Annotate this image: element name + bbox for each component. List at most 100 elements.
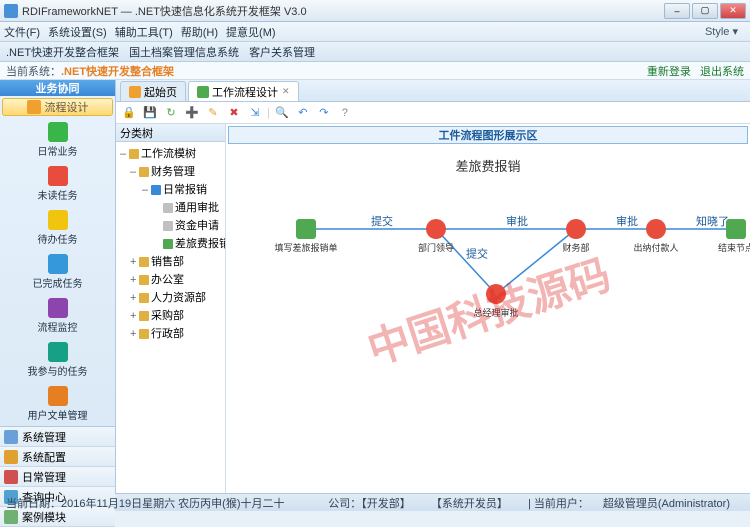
sidebar-item[interactable]: 待办任务 [0,206,115,250]
tree-node[interactable]: +人力资源部 [118,288,223,306]
export-icon[interactable]: ⇲ [246,104,264,122]
workflow-toolbar: 🔒 💾 ↻ ➕ ✎ ✖ ⇲ | 🔍 ↶ ↷ ? [116,102,750,124]
app-icon [4,4,18,18]
svg-text:审批: 审批 [506,214,528,228]
node-icon [566,219,586,239]
sidebar-item[interactable]: 已完成任务 [0,250,115,294]
workflow-icon [197,86,209,98]
sidebar-item[interactable]: 用户文单管理 [0,382,115,426]
sidebar-item[interactable]: 未读任务 [0,162,115,206]
tree-node[interactable]: +办公室 [118,270,223,288]
help-icon[interactable]: ? [336,104,354,122]
refresh-icon[interactable]: ↻ [162,104,180,122]
flow-node[interactable]: 填写差旅报销单 [276,219,336,254]
quickbar-item[interactable]: .NET快速开发整合框架 [6,44,119,60]
module-icon [4,450,18,464]
flow-node[interactable]: 部门领导 [406,219,466,254]
module-icon [4,430,18,444]
close-button[interactable]: ✕ [720,3,746,19]
save-icon[interactable]: 💾 [141,104,159,122]
tree-node[interactable]: –工作流模树 [118,144,223,162]
tree-node[interactable]: +行政部 [118,324,223,342]
tree-node[interactable]: +销售部 [118,252,223,270]
flow-node[interactable]: 财务部 [546,219,606,254]
status-company: 公司：【开发部】 [328,498,411,510]
tabs: 起始页 工作流程设计 ✕ [116,80,750,102]
sidebar-icon [48,342,68,362]
menu-tools[interactable]: 辅助工具(T) [115,24,173,40]
tab-close-icon[interactable]: ✕ [282,86,290,97]
flow-node[interactable]: 结束节点 [706,219,750,254]
sidebar-header: 业务协同 [0,80,115,96]
tree-node[interactable]: 资金申请 [118,216,223,234]
sidebar-icon [48,254,68,274]
tree-node[interactable]: 差旅费报销 [118,234,223,252]
status-user: 超级管理员(Administrator) [603,498,730,510]
module-icon [4,510,18,524]
svg-text:提交: 提交 [371,214,393,228]
sidebar-icon [48,210,68,230]
window-title: RDIFrameworkNET — .NET快速信息化系统开发框架 V3.0 [22,3,664,19]
status-date: 当前日期：2016年11月19日星期六 农历丙申(猴)十月二十 [6,495,285,511]
sidebar-highlight[interactable]: 流程设计 [2,98,113,116]
minimize-button[interactable]: – [664,3,690,19]
breadcrumb-label: 当前系统： [6,63,61,79]
tree-pane: 分类树 –工作流模树–财务管理–日常报销通用审批资金申请差旅费报销+销售部+办公… [116,124,226,493]
sidebar-icon [48,386,68,406]
status-role: 【系统开发员】 [431,498,508,510]
sidebar-item[interactable]: 我参与的任务 [0,338,115,382]
menu-settings[interactable]: 系统设置(S) [48,24,107,40]
sidebar-icon [48,298,68,318]
tree-node[interactable]: 通用审批 [118,198,223,216]
sidebar-icon [48,166,68,186]
canvas-header: 工件流程图形展示区 [228,126,748,144]
sidebar: 业务协同 流程设计 日常业务未读任务待办任务已完成任务流程监控我参与的任务用户文… [0,80,116,493]
menu-help[interactable]: 帮助(H) [181,24,218,40]
delete-icon[interactable]: ✖ [225,104,243,122]
tab-workflow[interactable]: 工作流程设计 ✕ [188,81,299,101]
edit-icon[interactable]: ✎ [204,104,222,122]
zoom-in-icon[interactable]: 🔍 [273,104,291,122]
node-icon [426,219,446,239]
maximize-button[interactable]: ▢ [692,3,718,19]
sidebar-icon [48,122,68,142]
menubar: 文件(F) 系统设置(S) 辅助工具(T) 帮助(H) 提意见(M) Style… [0,22,750,42]
menu-feedback[interactable]: 提意见(M) [226,24,276,40]
menu-file[interactable]: 文件(F) [4,24,40,40]
flow-node[interactable]: 总经理审批 [466,284,526,319]
exit-link[interactable]: 退出系统 [700,66,744,78]
node-icon [296,219,316,239]
undo-icon[interactable]: ↶ [294,104,312,122]
tree-header: 分类树 [116,124,225,142]
sidebar-item[interactable]: 流程监控 [0,294,115,338]
redo-icon[interactable]: ↷ [315,104,333,122]
node-icon [726,219,746,239]
quickbar-item[interactable]: 客户关系管理 [249,44,315,60]
sidebar-item[interactable]: 日常业务 [0,118,115,162]
flow-title: 差旅费报销 [455,156,520,175]
flow-node[interactable]: 出纳付款人 [626,219,686,254]
svg-text:提交: 提交 [466,247,488,261]
tree-node[interactable]: –日常报销 [118,180,223,198]
module-icon [4,470,18,484]
node-icon [646,219,666,239]
relogin-link[interactable]: 重新登录 [647,66,691,78]
add-icon[interactable]: ➕ [183,104,201,122]
quickbar-item[interactable]: 国土档案管理信息系统 [129,44,239,60]
tree-node[interactable]: –财务管理 [118,162,223,180]
breadcrumb-current: .NET快速开发整合框架 [61,63,174,79]
style-dropdown[interactable]: Style ▾ [705,25,738,38]
tab-start[interactable]: 起始页 [120,81,186,101]
statusbar: 当前日期：2016年11月19日星期六 农历丙申(猴)十月二十 公司：【开发部】… [0,493,750,511]
lock-icon[interactable]: 🔒 [120,104,138,122]
sidebar-bottom-item[interactable]: 系统配置 [0,447,115,467]
breadcrumb: 当前系统： .NET快速开发整合框架 重新登录 退出系统 [0,62,750,80]
sidebar-bottom-item[interactable]: 系统管理 [0,427,115,447]
quickbar: .NET快速开发整合框架 国土档案管理信息系统 客户关系管理 [0,42,750,62]
flow-icon [27,100,41,114]
workflow-canvas[interactable]: 工件流程图形展示区 差旅费报销 提交审批提交审批知晓了 填写差旅报销单部门领导总… [226,124,750,493]
sidebar-bottom-item[interactable]: 日常管理 [0,467,115,487]
home-icon [129,86,141,98]
tree-node[interactable]: +采购部 [118,306,223,324]
node-icon [486,284,506,304]
